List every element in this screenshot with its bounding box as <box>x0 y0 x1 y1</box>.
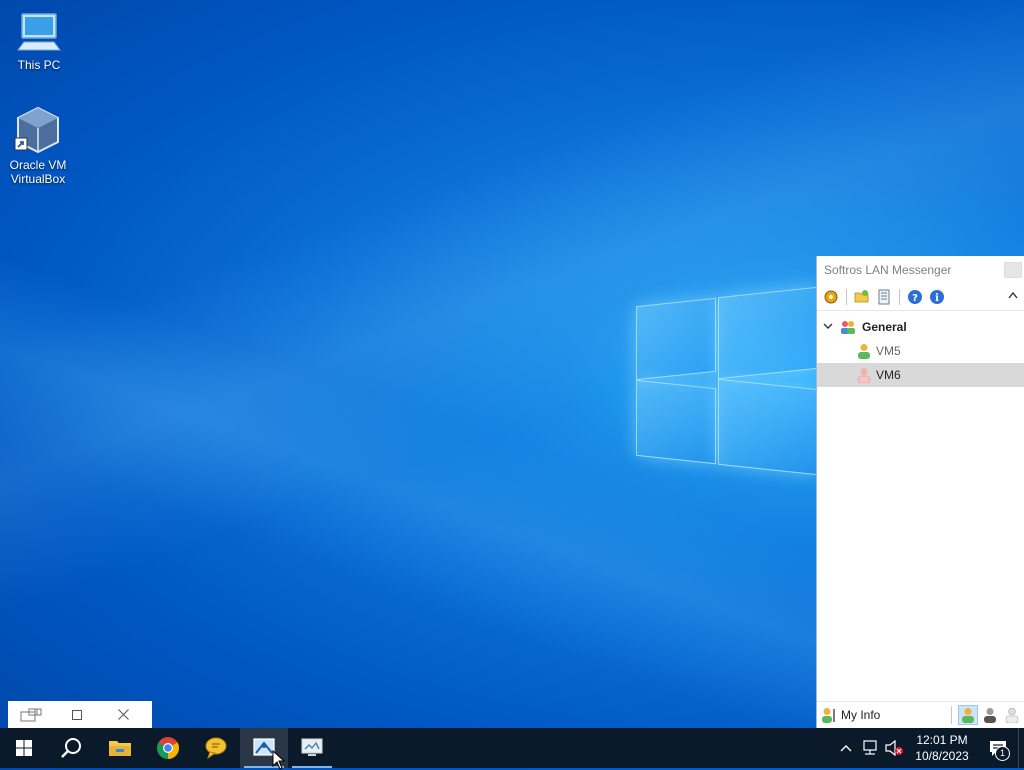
chevron-up-icon <box>1008 291 1018 299</box>
user-busy-icon <box>984 708 996 723</box>
taskbar-remote-desktop[interactable] <box>288 728 336 768</box>
messenger-window: Softros LAN Messenger ? i General VM5 VM… <box>816 256 1024 728</box>
maximize-icon <box>72 709 82 720</box>
mouse-cursor-icon <box>272 750 286 770</box>
user-offline-icon <box>1005 707 1019 723</box>
list-item-user-vm6[interactable]: VM6 <box>817 363 1024 387</box>
search-icon <box>61 738 81 758</box>
notification-count-badge: 1 <box>995 746 1010 761</box>
toolbar-separator <box>846 289 847 305</box>
network-button[interactable] <box>858 728 882 768</box>
svg-text:i: i <box>935 293 939 304</box>
action-center-button[interactable]: 1 <box>978 728 1018 768</box>
computer-icon <box>17 13 61 51</box>
user-label: VM5 <box>876 344 901 358</box>
taskbar-file-explorer[interactable] <box>96 728 144 768</box>
toolbar-separator <box>899 289 900 305</box>
clock-time: 12:01 PM <box>916 733 968 747</box>
status-buttons <box>951 705 1022 725</box>
title-close-button[interactable] <box>1004 262 1022 278</box>
group-users-icon <box>839 319 857 335</box>
desktop-icon-virtualbox[interactable]: Oracle VM VirtualBox <box>3 104 73 186</box>
restore-icon <box>20 708 42 721</box>
info-button[interactable]: i <box>927 287 947 307</box>
svg-text:?: ? <box>912 293 918 304</box>
contact-tree: General VM5 VM6 <box>817 311 1024 387</box>
settings-gear-icon <box>824 290 838 304</box>
user-online-icon <box>962 708 974 723</box>
desktop-icon-this-pc[interactable]: This PC <box>4 10 74 72</box>
clock-date: 10/8/2023 <box>915 749 969 763</box>
network-icon <box>863 740 877 755</box>
show-hidden-icons-button[interactable] <box>834 728 858 768</box>
search-button[interactable] <box>48 728 96 768</box>
chevron-down-icon[interactable] <box>823 322 835 333</box>
open-folder-button[interactable] <box>852 287 872 307</box>
taskbar-clock[interactable]: 12:01 PM 10/8/2023 <box>906 732 978 764</box>
open-folder-icon <box>854 290 869 303</box>
messenger-title: Softros LAN Messenger <box>824 263 952 277</box>
help-icon: ? <box>908 290 922 304</box>
taskbar-messenger[interactable] <box>192 728 240 768</box>
help-button[interactable]: ? <box>905 287 925 307</box>
start-windows-icon <box>16 740 32 756</box>
messenger-title-bar[interactable]: Softros LAN Messenger <box>817 256 1024 284</box>
group-row-general[interactable]: General <box>817 315 1024 339</box>
settings-button[interactable] <box>821 287 841 307</box>
info-icon: i <box>930 290 944 304</box>
desktop-icon-label: Oracle VM VirtualBox <box>9 158 67 186</box>
messenger-toolbar: ? i <box>817 284 1024 311</box>
floating-window-controls <box>8 701 152 728</box>
system-tray: 12:01 PM 10/8/2023 1 <box>834 728 1024 768</box>
remote-desktop-icon <box>301 738 323 756</box>
close-icon <box>117 709 129 720</box>
show-desktop-button[interactable] <box>1018 728 1024 768</box>
my-info-icon <box>822 708 835 723</box>
restore-button[interactable] <box>8 701 54 728</box>
message-history-icon <box>878 289 890 305</box>
collapse-toolbar-button[interactable] <box>1008 288 1018 302</box>
desktop-icon-label: This PC <box>17 58 61 72</box>
chrome-icon <box>157 737 179 759</box>
user-away-icon <box>857 367 871 383</box>
virtualbox-icon <box>14 106 59 154</box>
group-label: General <box>862 320 907 334</box>
status-online-button[interactable] <box>958 705 978 725</box>
status-busy-button[interactable] <box>980 705 1000 725</box>
volume-button[interactable] <box>882 728 906 768</box>
status-offline-button[interactable] <box>1002 705 1022 725</box>
close-button[interactable] <box>100 701 146 728</box>
messenger-status-bar: My Info <box>817 701 1024 728</box>
user-label: VM6 <box>876 368 901 382</box>
volume-muted-icon <box>885 740 903 756</box>
messenger-chat-icon <box>205 737 227 759</box>
wallpaper-windows-logo <box>636 286 818 480</box>
file-explorer-icon <box>109 741 131 756</box>
start-button[interactable] <box>0 728 48 768</box>
list-item-user-vm5[interactable]: VM5 <box>817 339 1024 363</box>
my-info-button[interactable]: My Info <box>817 707 880 723</box>
user-online-icon <box>857 343 871 359</box>
chevron-up-icon <box>840 745 852 752</box>
history-button[interactable] <box>874 287 894 307</box>
taskbar-chrome[interactable] <box>144 728 192 768</box>
my-info-label: My Info <box>841 708 881 722</box>
maximize-button[interactable] <box>54 701 100 728</box>
taskbar: 12:01 PM 10/8/2023 1 <box>0 728 1024 768</box>
